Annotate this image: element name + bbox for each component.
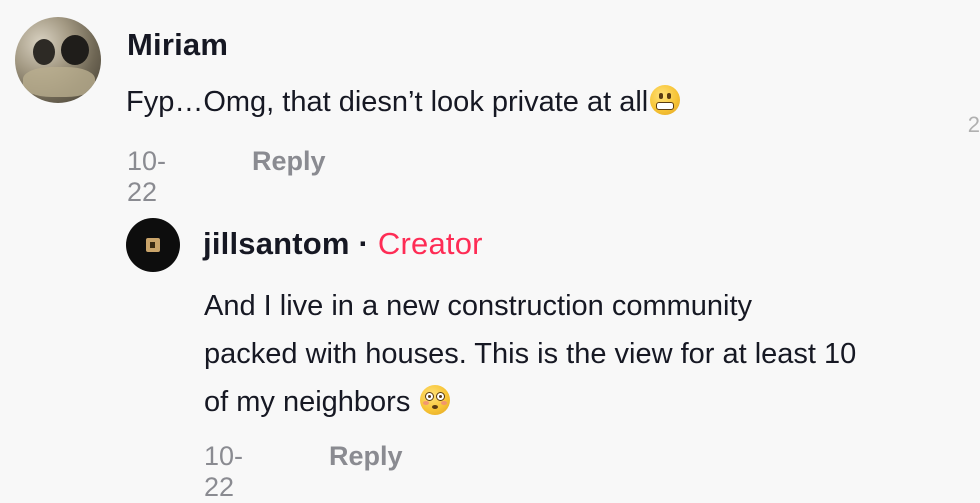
comment-date: 10-22: [127, 146, 167, 207]
reply-text-line-last: of my neighbors: [204, 378, 974, 426]
avatar-image: [146, 238, 160, 252]
reply-text-line: packed with houses. This is the view for…: [204, 338, 857, 370]
reply-button[interactable]: Reply: [252, 146, 326, 177]
avatar[interactable]: [15, 17, 101, 103]
avatar-figure: [33, 39, 55, 65]
comment-text-body: Fyp…Omg, that diesn’t look private at al…: [126, 86, 649, 118]
grimacing-face-emoji-icon: [650, 85, 681, 115]
reply-text-line: of my neighbors: [204, 386, 411, 418]
separator-dot: ·: [358, 226, 370, 261]
flushed-face-emoji-icon: [420, 385, 451, 415]
reply-button[interactable]: Reply: [329, 441, 403, 472]
avatar-figure: [23, 67, 95, 97]
reply-username[interactable]: jillsantom: [203, 226, 350, 261]
reply-text-line: And I live in a new construction communi…: [204, 290, 753, 322]
reply-text: And I live in a new construction communi…: [204, 282, 974, 426]
creator-badge: Creator: [377, 226, 483, 261]
reply-date: 10-22: [204, 441, 244, 502]
comment-username[interactable]: Miriam: [127, 27, 228, 63]
reply-username-row: jillsantom · Creator: [203, 226, 483, 262]
comment-text: Fyp…Omg, that diesn’t look private at al…: [126, 78, 681, 126]
avatar-figure: [61, 35, 89, 65]
edge-fragment: 2: [967, 112, 980, 137]
avatar[interactable]: [126, 218, 180, 272]
